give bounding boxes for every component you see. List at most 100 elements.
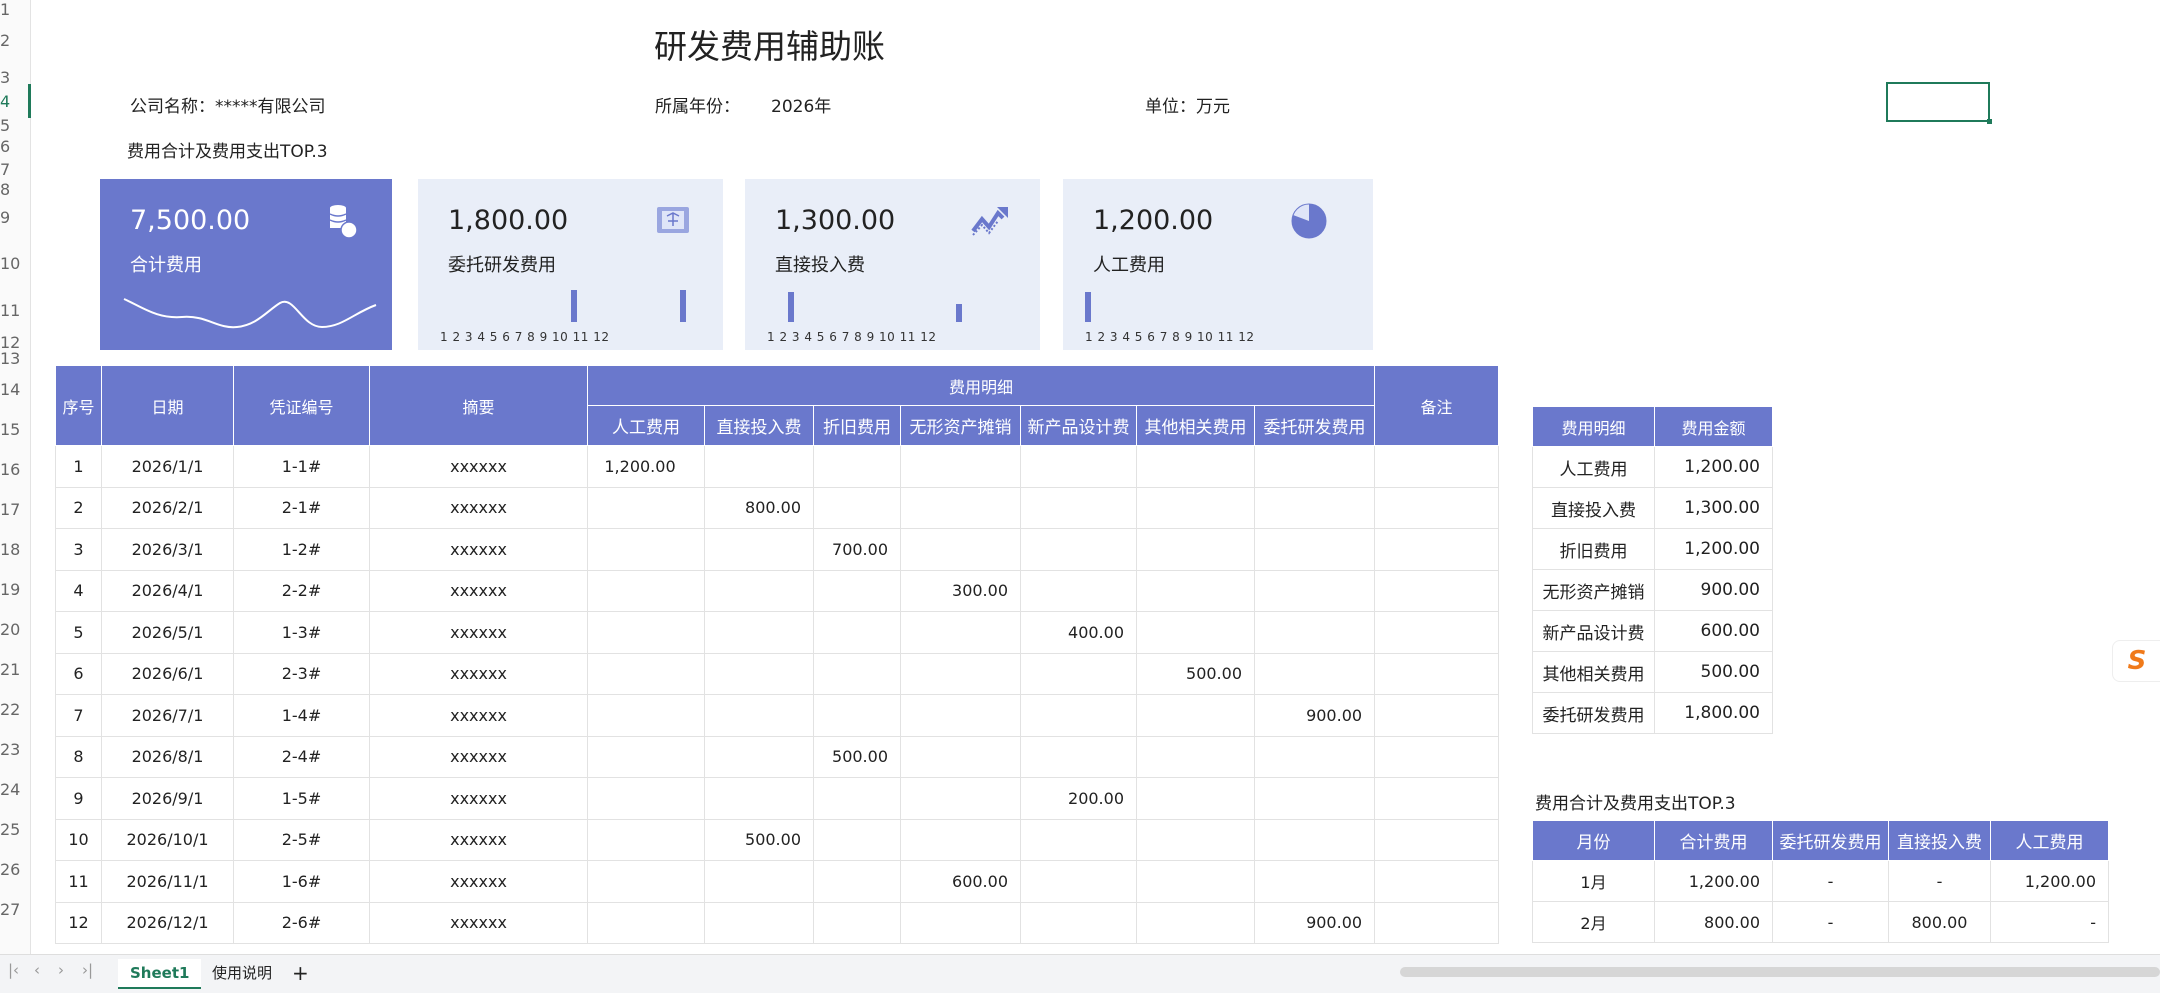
ime-toolbar-icon[interactable]: S [2112, 640, 2160, 682]
cell-amount[interactable]: 700.00 [813, 528, 901, 571]
cell-amount[interactable] [1020, 860, 1137, 903]
cell-date[interactable]: 2026/2/1 [101, 486, 234, 529]
cell-amount[interactable] [704, 569, 814, 612]
cell-amount[interactable]: 900.00 [1253, 694, 1376, 737]
summary-amount[interactable]: 500.00 [1654, 651, 1773, 693]
cell-amount[interactable] [900, 777, 1021, 820]
cell-amount[interactable] [587, 860, 705, 903]
cell-amount[interactable] [587, 901, 705, 944]
cell-amount[interactable] [1253, 652, 1376, 695]
top3-cell[interactable]: 800.00 [1888, 901, 1991, 943]
cell-date[interactable]: 2026/1/1 [101, 445, 234, 488]
row-header-5[interactable]: 5 [0, 116, 26, 135]
cell-amount[interactable] [1020, 901, 1137, 944]
row-header-26[interactable]: 26 [0, 860, 26, 879]
cell-date[interactable]: 2026/8/1 [101, 735, 234, 778]
cell-seq[interactable]: 4 [55, 569, 102, 612]
cell-amount[interactable] [704, 860, 814, 903]
cell-seq[interactable]: 10 [55, 818, 102, 861]
cell-amount[interactable] [704, 901, 814, 944]
cell-voucher[interactable]: 2-6# [233, 901, 370, 944]
cell-amount[interactable] [813, 652, 901, 695]
cell-amount[interactable] [587, 735, 705, 778]
cell-date[interactable]: 2026/4/1 [101, 569, 234, 612]
cell-amount[interactable] [1136, 569, 1255, 612]
next-sheet-button[interactable]: › [58, 961, 64, 979]
cell-voucher[interactable]: 2-1# [233, 486, 370, 529]
cell-amount[interactable] [587, 528, 705, 571]
top3-cell[interactable]: - [1772, 901, 1889, 943]
cell-voucher[interactable]: 1-5# [233, 777, 370, 820]
cell-amount[interactable] [1136, 860, 1255, 903]
cell-voucher[interactable]: 2-2# [233, 569, 370, 612]
cell-amount[interactable] [1020, 694, 1137, 737]
cell-amount[interactable] [1136, 528, 1255, 571]
cell-amount[interactable] [587, 569, 705, 612]
cell-summary[interactable]: xxxxxx [369, 445, 588, 488]
cell-amount[interactable] [1253, 445, 1376, 488]
cell-note[interactable] [1374, 445, 1500, 488]
cell-amount[interactable] [1253, 818, 1376, 861]
cell-amount[interactable] [1136, 486, 1255, 529]
cell-amount[interactable] [704, 528, 814, 571]
row-header-15[interactable]: 15 [0, 420, 26, 439]
cell-amount[interactable]: 800.00 [704, 486, 814, 529]
cell-summary[interactable]: xxxxxx [369, 569, 588, 612]
horizontal-scrollbar[interactable] [1400, 967, 2160, 977]
cell-note[interactable] [1374, 486, 1500, 529]
row-header-16[interactable]: 16 [0, 460, 26, 479]
cell-seq[interactable]: 3 [55, 528, 102, 571]
cell-note[interactable] [1374, 652, 1500, 695]
top3-cell[interactable]: 1,200.00 [1990, 860, 2109, 902]
top3-cell[interactable]: 2月 [1532, 901, 1655, 943]
cell-voucher[interactable]: 1-6# [233, 860, 370, 903]
cell-summary[interactable]: xxxxxx [369, 528, 588, 571]
cell-amount[interactable] [1136, 445, 1255, 488]
row-header-13[interactable]: 13 [0, 349, 26, 368]
cell-amount[interactable] [813, 901, 901, 944]
cell-amount[interactable]: 500.00 [704, 818, 814, 861]
cell-date[interactable]: 2026/7/1 [101, 694, 234, 737]
cell-amount[interactable] [704, 694, 814, 737]
cell-amount[interactable]: 600.00 [900, 860, 1021, 903]
summary-item[interactable]: 委托研发费用 [1532, 692, 1655, 734]
cell-amount[interactable] [1020, 486, 1137, 529]
first-sheet-button[interactable]: |‹ [8, 961, 19, 979]
row-header-3[interactable]: 3 [0, 68, 26, 87]
cell-amount[interactable] [587, 777, 705, 820]
cell-amount[interactable] [1136, 735, 1255, 778]
cell-amount[interactable] [587, 611, 705, 654]
cell-note[interactable] [1374, 528, 1500, 571]
cell-amount[interactable] [813, 694, 901, 737]
cell-note[interactable] [1374, 569, 1500, 612]
cell-amount[interactable] [1253, 569, 1376, 612]
cell-voucher[interactable]: 2-5# [233, 818, 370, 861]
summary-item[interactable]: 直接投入费 [1532, 487, 1655, 529]
row-header-14[interactable]: 14 [0, 380, 26, 399]
cell-date[interactable]: 2026/10/1 [101, 818, 234, 861]
cell-amount[interactable] [587, 818, 705, 861]
row-header-9[interactable]: 9 [0, 208, 26, 227]
top3-cell[interactable]: - [1888, 860, 1991, 902]
top3-cell[interactable]: 1,200.00 [1654, 860, 1773, 902]
cell-amount[interactable] [813, 818, 901, 861]
cell-summary[interactable]: xxxxxx [369, 735, 588, 778]
cell-amount[interactable]: 1,200.00 [587, 445, 705, 488]
cell-amount[interactable] [1020, 735, 1137, 778]
cell-amount[interactable] [704, 445, 814, 488]
cell-seq[interactable]: 8 [55, 735, 102, 778]
cell-note[interactable] [1374, 777, 1500, 820]
cell-summary[interactable]: xxxxxx [369, 611, 588, 654]
row-header-22[interactable]: 22 [0, 700, 26, 719]
cell-amount[interactable] [1020, 445, 1137, 488]
cell-amount[interactable] [1020, 528, 1137, 571]
cell-amount[interactable] [813, 777, 901, 820]
cell-seq[interactable]: 12 [55, 901, 102, 944]
cell-summary[interactable]: xxxxxx [369, 486, 588, 529]
cell-amount[interactable] [1136, 777, 1255, 820]
cell-amount[interactable] [1253, 777, 1376, 820]
row-header-19[interactable]: 19 [0, 580, 26, 599]
cell-note[interactable] [1374, 611, 1500, 654]
cell-amount[interactable] [704, 777, 814, 820]
summary-amount[interactable]: 1,300.00 [1654, 487, 1773, 529]
